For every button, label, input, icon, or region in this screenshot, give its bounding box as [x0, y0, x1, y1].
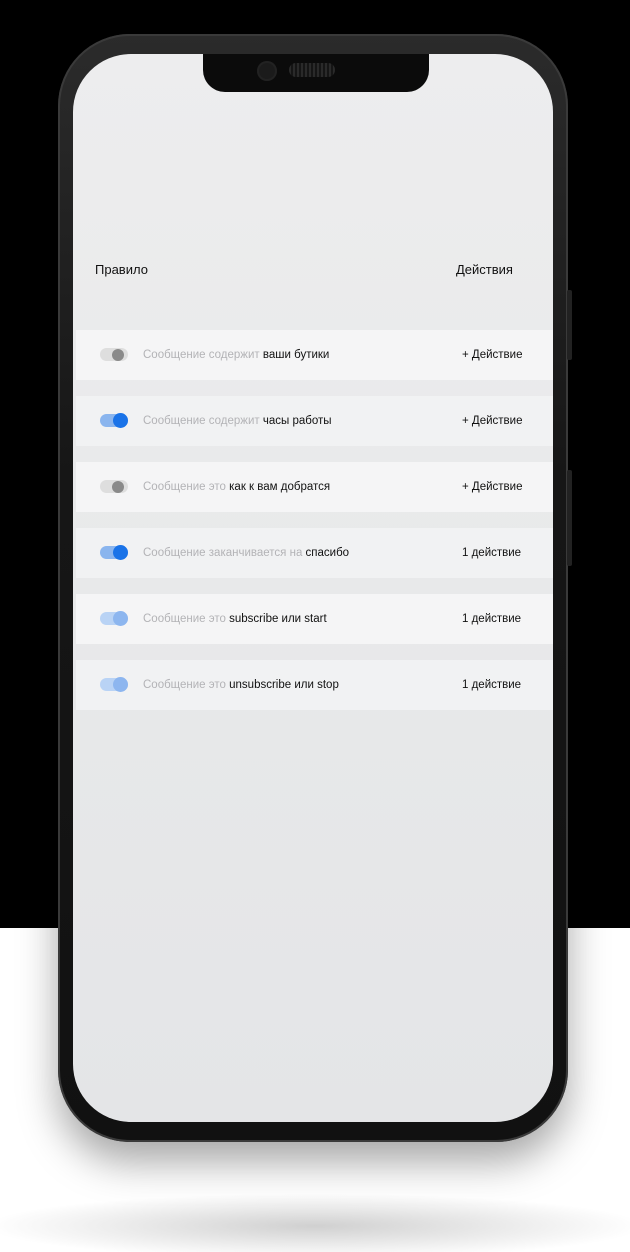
rule-condition: Сообщение это [143, 481, 226, 493]
rule-description: Сообщение заканчивается на спасибо [143, 547, 349, 559]
rule-condition: Сообщение содержит [143, 349, 260, 361]
rule-keyword: ваши бутики [262, 349, 330, 361]
rule-keyword: спасибо [305, 547, 350, 559]
rule-description: Сообщение содержит ваши бутики [143, 349, 329, 361]
notch [203, 54, 429, 92]
rule-condition: Сообщение это [143, 613, 226, 625]
toggle-knob [113, 611, 128, 626]
rule-description: Сообщение это как к вам добратся [143, 481, 330, 493]
actions-count-link[interactable]: 1 действие [462, 547, 521, 559]
rule-row[interactable]: Сообщение содержит часы работы + Действи… [76, 396, 553, 446]
rule-description: Сообщение содержит часы работы [143, 415, 332, 427]
rule-keyword: subscribe или start [229, 613, 327, 625]
rule-condition: Сообщение это [143, 679, 226, 691]
power-button [567, 470, 572, 566]
toggle-knob [112, 348, 124, 361]
rules-list: Сообщение содержит ваши бутики + Действи… [76, 330, 553, 726]
rule-row[interactable]: Сообщение это subscribe или start 1 дейс… [76, 594, 553, 644]
add-action-button[interactable]: + Действие [462, 349, 522, 361]
phone-screen: Правило Действия Сообщение содержит ваши… [73, 54, 553, 1122]
rule-row[interactable]: Сообщение это как к вам добратся + Дейст… [76, 462, 553, 512]
actions-count-link[interactable]: 1 действие [462, 679, 521, 691]
earpiece-speaker-icon [289, 63, 335, 77]
rule-condition: Сообщение заканчивается на [143, 547, 303, 559]
rule-keyword: как к вам добратся [229, 481, 331, 493]
toggle-knob [113, 677, 128, 692]
rule-column-header: Правило [95, 262, 148, 277]
rule-enabled-toggle[interactable] [100, 611, 128, 626]
phone-frame: Правило Действия Сообщение содержит ваши… [58, 34, 572, 1142]
rule-enabled-toggle[interactable] [100, 348, 128, 361]
rule-condition: Сообщение содержит [143, 415, 260, 427]
rule-enabled-toggle[interactable] [100, 545, 128, 560]
rule-keyword: часы работы [262, 415, 332, 427]
rule-enabled-toggle[interactable] [100, 677, 128, 692]
add-action-button[interactable]: + Действие [462, 481, 522, 493]
rule-enabled-toggle[interactable] [100, 413, 128, 428]
rule-row[interactable]: Сообщение это unsubscribe или stop 1 дей… [76, 660, 553, 710]
front-camera-icon [257, 61, 277, 81]
actions-count-link[interactable]: 1 действие [462, 613, 521, 625]
toggle-knob [113, 545, 128, 560]
actions-column-header: Действия [456, 262, 513, 277]
rule-row[interactable]: Сообщение содержит ваши бутики + Действи… [76, 330, 553, 380]
volume-button [567, 290, 572, 360]
rule-row[interactable]: Сообщение заканчивается на спасибо 1 дей… [76, 528, 553, 578]
toggle-knob [113, 413, 128, 428]
rule-description: Сообщение это subscribe или start [143, 613, 327, 625]
add-action-button[interactable]: + Действие [462, 415, 522, 427]
rule-description: Сообщение это unsubscribe или stop [143, 679, 339, 691]
rule-enabled-toggle[interactable] [100, 480, 128, 493]
toggle-knob [112, 480, 124, 493]
rule-keyword: unsubscribe или stop [229, 679, 339, 691]
rules-table-header: Правило Действия [73, 262, 553, 286]
